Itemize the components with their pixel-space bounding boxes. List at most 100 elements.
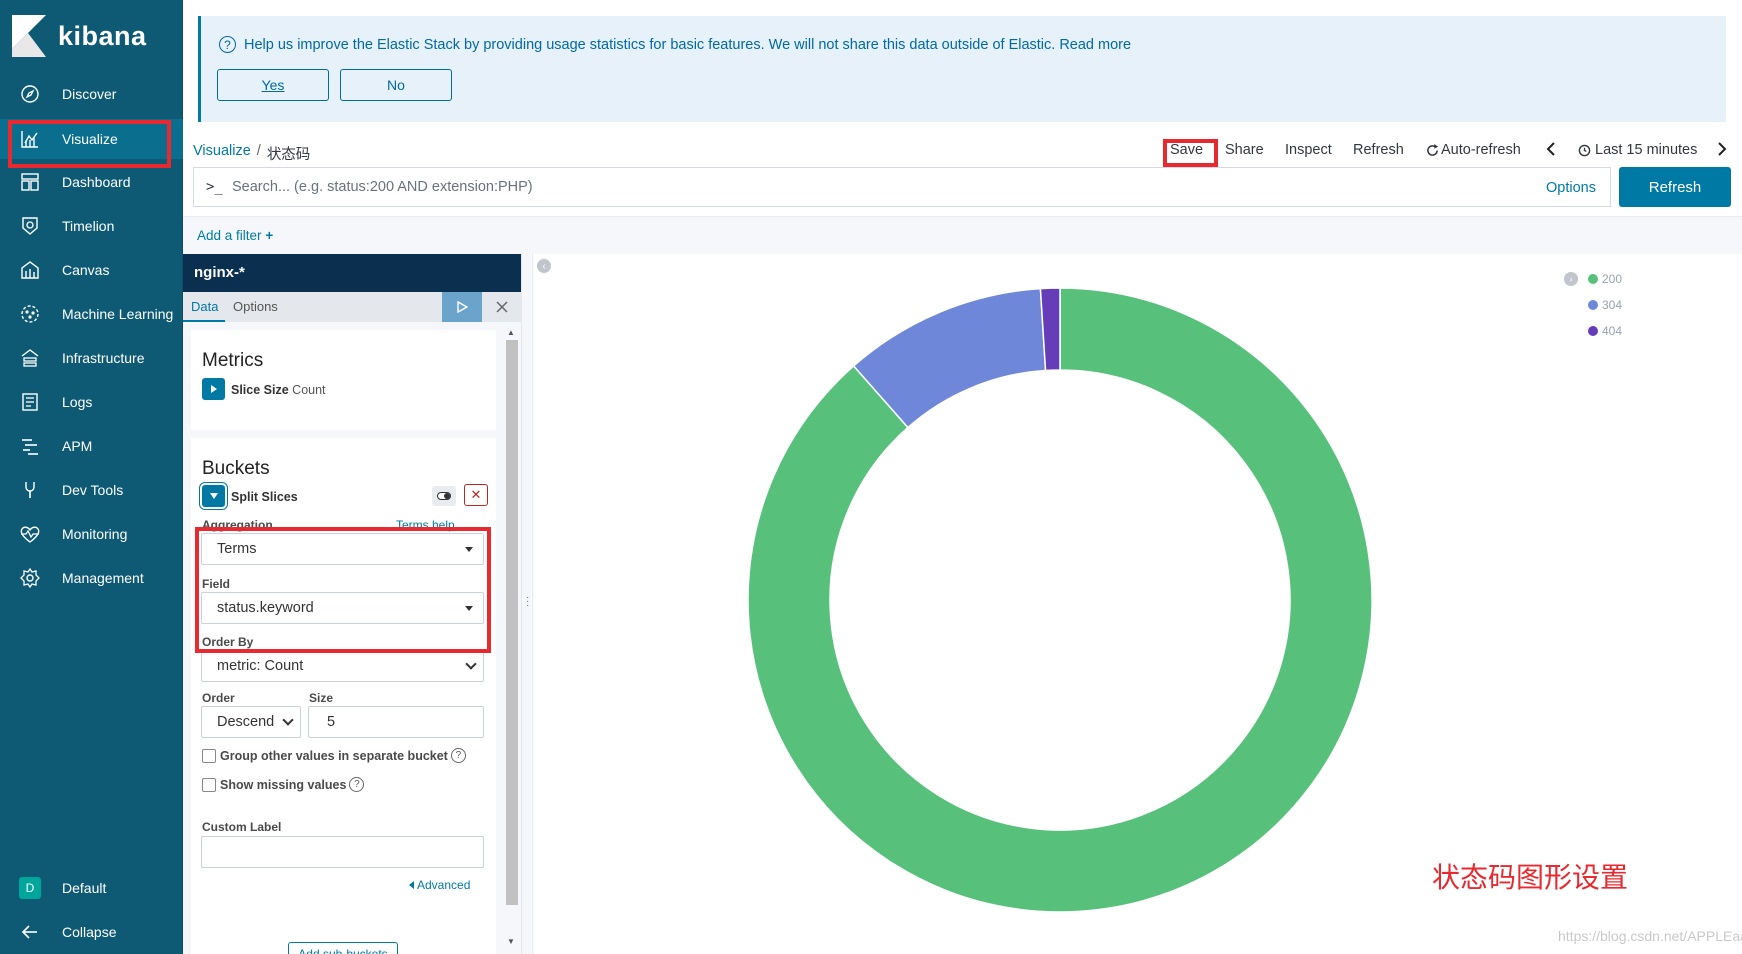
filter-bar: Add a filter + [183, 216, 1742, 254]
toggle-agg-button[interactable] [432, 486, 456, 506]
aggregation-select[interactable]: Terms [201, 533, 484, 565]
visualization-editor: nginx-* Data Options Metrics Slice Size … [183, 254, 521, 954]
order-by-select[interactable]: metric: Count [201, 650, 484, 682]
time-next-button[interactable] [1717, 142, 1727, 160]
kibana-logo[interactable]: kibana [12, 14, 147, 58]
discard-changes-button[interactable] [482, 292, 521, 322]
sidebar-item-logs[interactable]: Logs [0, 382, 183, 422]
add-sub-buckets-button[interactable]: Add sub-buckets [288, 942, 398, 954]
collapse-button[interactable]: Collapse [0, 912, 183, 952]
time-picker[interactable]: Last 15 minutes [1578, 142, 1697, 158]
breadcrumb-visualize[interactable]: Visualize [193, 143, 251, 164]
caret-down-icon [465, 547, 473, 552]
tab-data[interactable]: Data [191, 299, 218, 314]
query-options-button[interactable]: Options [1546, 180, 1596, 196]
sidebar-item-apm[interactable]: APM [0, 426, 183, 466]
group-other-checkbox-row[interactable]: Group other values in separate bucket ? [202, 748, 466, 763]
size-label: Size [309, 691, 334, 705]
legend-item[interactable]: 304 [1588, 298, 1622, 312]
advanced-toggle[interactable]: Advanced [409, 878, 470, 892]
caret-down-icon [465, 606, 473, 611]
field-select[interactable]: status.keyword [201, 592, 484, 624]
save-button[interactable]: Save [1170, 142, 1203, 158]
sidebar-item-discover[interactable]: Discover [0, 74, 183, 114]
collapse-bucket-button[interactable] [202, 485, 225, 507]
auto-refresh-label: Auto-refresh [1441, 142, 1521, 158]
advanced-label: Advanced [417, 878, 471, 892]
sidebar-item-visualize[interactable]: Visualize [0, 119, 183, 159]
chevron-right-icon [1718, 142, 1727, 156]
share-button[interactable]: Share [1225, 142, 1264, 158]
help-icon[interactable]: ? [349, 777, 365, 792]
banner-text[interactable]: Help us improve the Elastic Stack by pro… [244, 37, 1131, 53]
metrics-title: Metrics [202, 350, 264, 371]
sidebar-item-timelion[interactable]: Timelion [0, 206, 183, 246]
add-filter-label: Add a filter [197, 228, 262, 243]
sidebar: kibana Discover Visualize Dashboard Time… [0, 0, 183, 954]
editor-scrollbar-thumb[interactable] [506, 340, 518, 905]
auto-refresh-button[interactable]: Auto-refresh [1426, 142, 1521, 158]
terms-help-link[interactable]: Terms help [396, 518, 455, 532]
toggle-icon [437, 492, 451, 500]
show-missing-checkbox-row[interactable]: Show missing values ? [202, 777, 365, 792]
sidebar-item-machine-learning[interactable]: Machine Learning [0, 294, 183, 334]
custom-label-input[interactable] [201, 836, 484, 868]
apply-changes-button[interactable] [442, 292, 482, 322]
field-value: status.keyword [217, 600, 314, 616]
space-selector[interactable]: D Default [0, 868, 183, 908]
chevron-down-icon [282, 714, 294, 726]
sidebar-item-label: Logs [62, 394, 93, 410]
inspect-button[interactable]: Inspect [1285, 142, 1332, 158]
sidebar-item-dashboard[interactable]: Dashboard [0, 162, 183, 202]
legend-item[interactable]: 200 [1588, 272, 1622, 286]
search-input[interactable] [232, 168, 1482, 206]
app-name: kibana [58, 20, 147, 51]
legend-dot [1588, 326, 1598, 336]
sidebar-item-monitoring[interactable]: Monitoring [0, 514, 183, 554]
no-button[interactable]: No [340, 69, 452, 101]
query-prompt-icon: >_ [206, 179, 223, 195]
add-filter-button[interactable]: Add a filter + [197, 228, 273, 243]
breadcrumb-separator: / [256, 143, 261, 159]
refresh-link[interactable]: Refresh [1353, 142, 1404, 158]
aggregation-label: Aggregation [202, 518, 273, 532]
sidebar-item-dev-tools[interactable]: Dev Tools [0, 470, 183, 510]
size-input[interactable]: 5 [308, 706, 484, 738]
help-icon[interactable]: ? [450, 748, 466, 763]
show-missing-checkbox[interactable] [202, 777, 216, 792]
sidebar-item-label: Dashboard [62, 174, 131, 190]
sidebar-item-canvas[interactable]: Canvas [0, 250, 183, 290]
donut-slice-200[interactable] [747, 287, 1373, 913]
tab-options[interactable]: Options [233, 299, 278, 314]
order-select[interactable]: Descend [201, 706, 301, 738]
query-refresh-button[interactable]: Refresh [1619, 167, 1731, 207]
legend-toggle-icon[interactable]: › [1564, 272, 1578, 286]
order-by-value: metric: Count [217, 658, 304, 674]
sidebar-item-label: APM [62, 438, 93, 454]
scroll-up-icon[interactable]: ▲ [507, 328, 515, 337]
legend-item[interactable]: 404 [1588, 324, 1622, 338]
yes-button[interactable]: Yes [217, 69, 329, 101]
collapse-sidebar-icon[interactable]: ‹ [537, 259, 551, 273]
sidebar-item-management[interactable]: Management [0, 558, 183, 598]
scroll-down-icon[interactable]: ▼ [507, 937, 515, 946]
time-prev-button[interactable] [1546, 142, 1556, 160]
tab-data-underline [183, 320, 225, 322]
visualize-icon [19, 128, 41, 150]
close-icon [495, 301, 508, 313]
canvas-icon [19, 259, 41, 281]
sidebar-item-label: Infrastructure [62, 350, 145, 366]
collapse-label: Collapse [62, 924, 117, 940]
ml-icon [19, 303, 41, 325]
legend-label: 404 [1602, 324, 1623, 338]
sidebar-item-infrastructure[interactable]: Infrastructure [0, 338, 183, 378]
group-other-checkbox[interactable] [202, 748, 216, 763]
breadcrumb: Visualize / 状态码 [193, 143, 310, 164]
expand-metric-button[interactable] [202, 378, 225, 400]
editor-tabs: Data Options [183, 292, 521, 322]
breadcrumb-current: 状态码 [266, 147, 311, 163]
remove-agg-button[interactable]: ✕ [464, 484, 488, 506]
refresh-icon [1427, 143, 1439, 156]
chevron-down-icon [465, 658, 477, 670]
kibana-logo-icon [12, 15, 46, 57]
